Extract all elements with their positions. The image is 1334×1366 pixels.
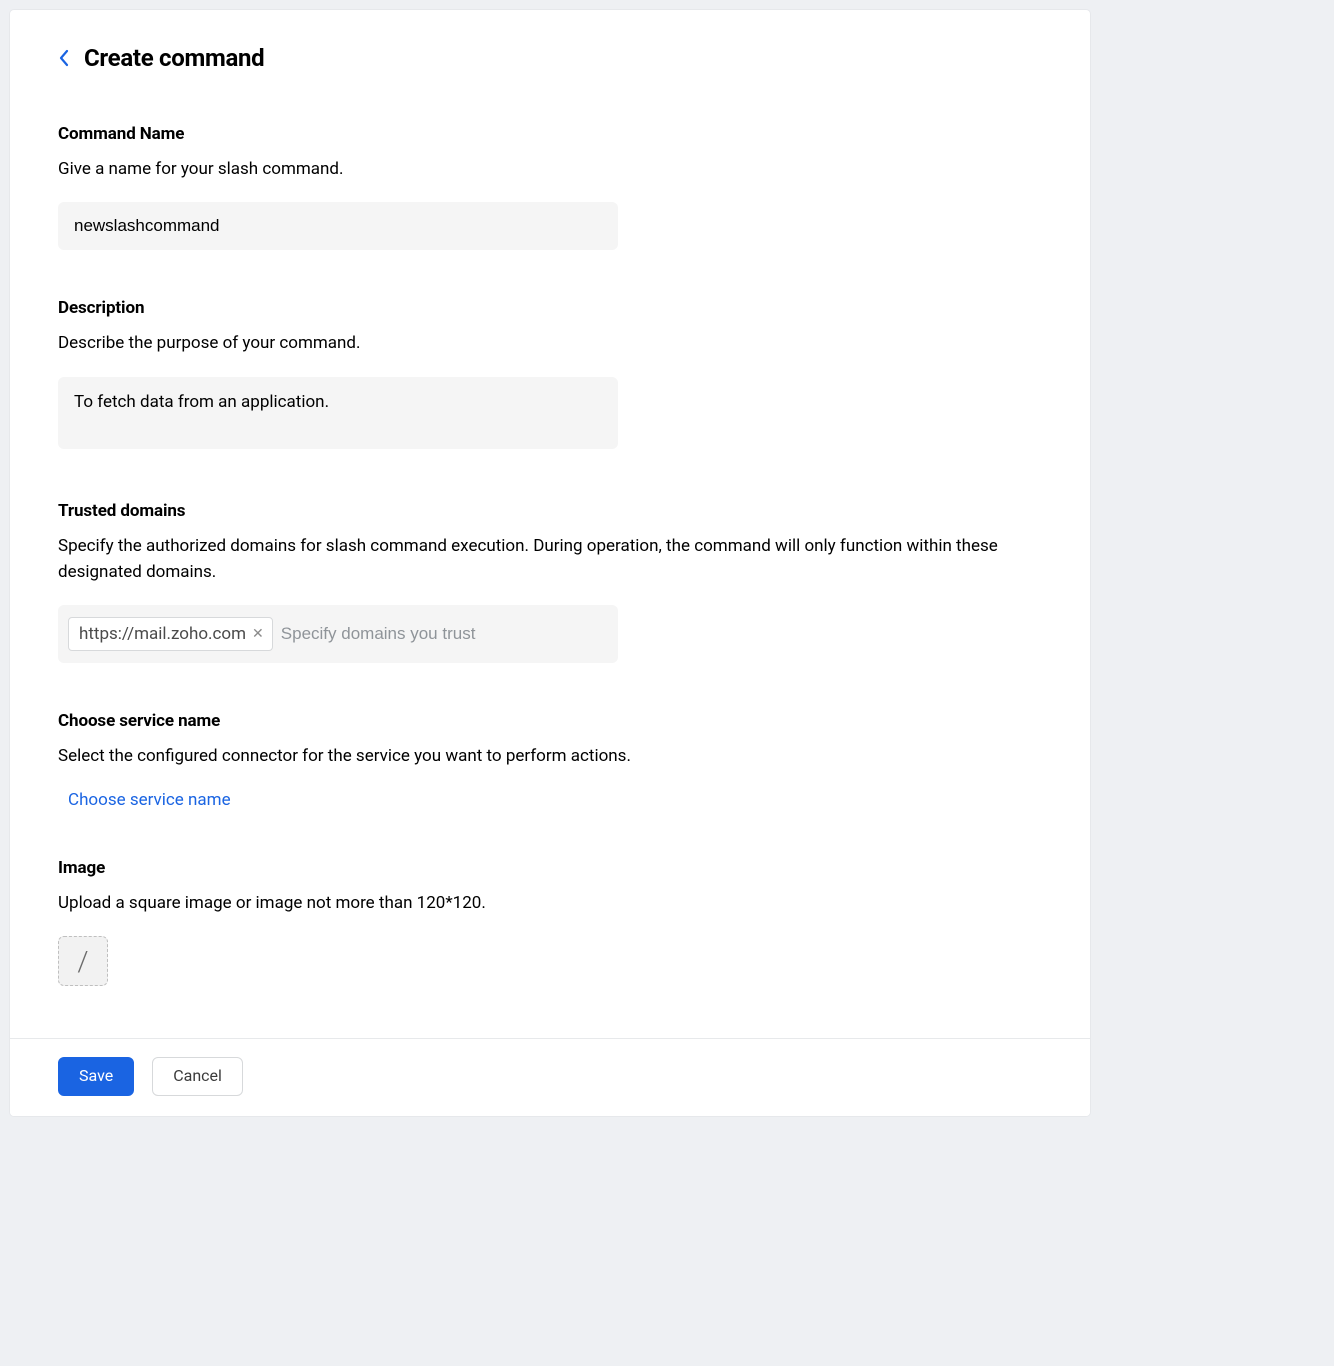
cancel-button[interactable]: Cancel [152, 1057, 243, 1096]
image-upload-box[interactable]: / [58, 936, 108, 986]
domain-chip: https://mail.zoho.com ✕ [68, 617, 273, 651]
footer-bar: Save Cancel [10, 1038, 1090, 1116]
field-trusted-domains: Trusted domains Specify the authorized d… [58, 501, 1042, 664]
description-label: Description [58, 298, 1042, 318]
trusted-domains-input-wrap[interactable]: https://mail.zoho.com ✕ [58, 605, 618, 663]
service-label: Choose service name [58, 711, 1042, 731]
image-label: Image [58, 858, 1042, 878]
close-icon[interactable]: ✕ [252, 627, 264, 641]
panel-header: Create command [58, 44, 1042, 72]
trusted-domains-help: Specify the authorized domains for slash… [58, 533, 1042, 586]
field-command-name: Command Name Give a name for your slash … [58, 124, 1042, 250]
back-chevron-icon[interactable] [58, 49, 70, 67]
field-image: Image Upload a square image or image not… [58, 858, 1042, 986]
description-input[interactable] [58, 377, 618, 449]
image-help: Upload a square image or image not more … [58, 890, 1042, 916]
trusted-domains-input[interactable] [281, 624, 608, 644]
domain-chip-text: https://mail.zoho.com [79, 624, 246, 644]
trusted-domains-label: Trusted domains [58, 501, 1042, 521]
command-name-input[interactable] [58, 202, 618, 250]
create-command-panel: Create command Command Name Give a name … [10, 10, 1090, 1116]
field-description: Description Describe the purpose of your… [58, 298, 1042, 452]
command-name-help: Give a name for your slash command. [58, 156, 1042, 182]
save-button[interactable]: Save [58, 1057, 134, 1096]
field-service-name: Choose service name Select the configure… [58, 711, 1042, 809]
description-help: Describe the purpose of your command. [58, 330, 1042, 356]
page-title: Create command [84, 44, 264, 72]
choose-service-link[interactable]: Choose service name [68, 790, 231, 810]
service-help: Select the configured connector for the … [58, 743, 1042, 769]
slash-icon: / [77, 945, 88, 978]
command-name-label: Command Name [58, 124, 1042, 144]
